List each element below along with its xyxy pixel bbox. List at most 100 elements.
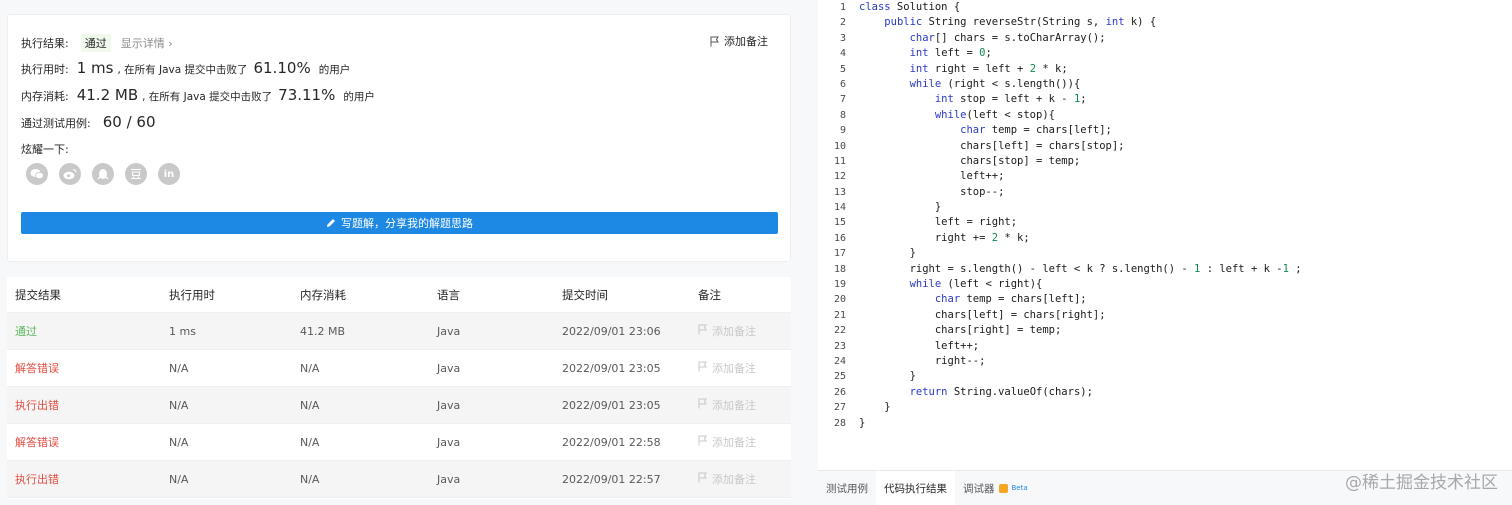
beta-badge: Beta [1011,484,1028,492]
line-number: 21 [833,309,846,321]
header-language: 语言 [437,287,460,302]
code-line: 27 } [818,400,1302,415]
cases-label: 通过测试用例: [21,117,91,130]
add-note-button[interactable]: 添加备注 [710,33,768,49]
code-text: char temp = chars[left]; [934,293,1087,306]
show-detail-link[interactable]: 显示详情 › [121,35,173,51]
panel-divider[interactable] [805,0,818,505]
time-label: 执行用时: [21,63,69,76]
code-line: 7 int stop = left + k - 1; [818,92,1302,107]
weibo-icon[interactable] [59,163,81,185]
code-text: right--; [859,354,986,367]
write-solution-button[interactable]: 写题解，分享我的解题思路 [21,212,778,234]
table-row[interactable]: 通过 1 ms 41.2 MB Java 2022/09/01 23:06 添加备注 [7,313,791,350]
share-icons: in [26,163,180,185]
table-row[interactable]: 执行出错 N/A N/A Java 2022/09/01 22:57 添加备注 [7,461,791,498]
row-submitted: 2022/09/01 22:57 [562,472,661,486]
row-result[interactable]: 通过 [7,323,169,339]
code-lines: 1 class Solution { 2 public String reverse… [818,0,1302,431]
code-text: } [859,370,916,383]
line-number: 10 [833,140,846,152]
flag-icon [698,324,708,338]
code-text: chars[stop] = temp; [859,154,1081,167]
row-submitted: 2022/09/01 23:05 [562,398,661,412]
flag-icon [710,36,719,46]
line-number: 5 [839,63,846,75]
code-text: int left = 0; [909,47,992,60]
row-submitted: 2022/09/01 23:05 [562,361,661,375]
row-add-note-button[interactable]: 添加备注 [698,434,788,450]
line-number: 23 [833,340,846,352]
flag-icon [698,472,708,486]
code-editor[interactable]: 1 class Solution { 2 public String reverse… [818,0,1512,470]
header-submitted: 提交时间 [562,287,608,302]
code-text: left++; [859,170,1005,183]
line-number: 12 [833,171,846,183]
show-detail-label: 显示详情 [120,37,165,50]
line-number: 19 [833,279,846,291]
code-line: 22 chars[right] = temp; [818,323,1302,338]
line-number: 26 [833,386,846,398]
line-number: 14 [833,202,846,214]
row-result[interactable]: 解答错误 [7,434,169,450]
code-line: 4 int left = 0; [818,46,1302,61]
table-row[interactable]: 执行出错 N/A N/A Java 2022/09/01 23:05 添加备注 [7,387,791,424]
app-root: 执行结果: 通过 显示详情 › 添加备注 执行用时: 1 ms , 在所有 Ja… [0,0,1512,505]
row-result[interactable]: 执行出错 [7,471,169,487]
row-submitted: 2022/09/01 23:06 [562,324,661,338]
code-text: } [859,401,891,414]
code-line: 24 right--; [818,354,1302,369]
memory-row: 内存消耗: 41.2 MB , 在所有 Java 提交中击败了 73.11% 的… [21,86,375,104]
code-line: 14 } [818,200,1302,215]
result-card: 执行结果: 通过 显示详情 › 添加备注 执行用时: 1 ms , 在所有 Ja… [7,14,791,262]
table-header: 提交结果 执行用时 内存消耗 语言 提交时间 备注 [7,277,791,313]
row-add-note-button[interactable]: 添加备注 [698,471,788,487]
watermark: @稀土掘金技术社区 [1345,473,1498,493]
table-row[interactable]: 解答错误 N/A N/A Java 2022/09/01 22:58 添加备注 [7,424,791,461]
code-line: 20 char temp = chars[left]; [818,292,1302,307]
exec-result-label: 执行结果: [21,37,69,50]
code-line: 5 int right = left + 2 * k; [818,62,1302,77]
time-pct: 61.10% [253,59,311,77]
row-time: N/A [169,472,189,486]
wechat-icon[interactable] [26,163,48,185]
row-add-note-button[interactable]: 添加备注 [698,323,788,339]
cases-value: 60 / 60 [102,113,156,131]
tab-debugger[interactable]: 调试器 Beta [955,471,1036,505]
line-number: 15 [833,217,846,229]
row-note-label: 添加备注 [712,362,756,375]
code-text: } [859,247,916,260]
line-number: 25 [833,371,846,383]
table-row[interactable]: 解答错误 N/A N/A Java 2022/09/01 23:05 添加备注 [7,350,791,387]
submissions-table: 提交结果 执行用时 内存消耗 语言 提交时间 备注 通过 1 ms 41.2 MB J… [7,277,791,499]
qq-icon[interactable] [92,163,114,185]
code-text: return String.valueOf(chars); [909,385,1093,398]
tab-run-result[interactable]: 代码执行结果 [876,470,955,505]
line-number: 4 [839,48,846,60]
code-text: int right = left + 2 * k; [909,62,1068,75]
header-memory: 内存消耗 [300,287,346,302]
line-number: 2 [839,17,846,29]
tab-debugger-label: 调试器 [963,482,995,495]
time-suffix: 的用户 [318,64,351,76]
row-add-note-button[interactable]: 添加备注 [698,360,788,376]
code-text: stop--; [859,185,1005,198]
row-result[interactable]: 执行出错 [7,397,169,413]
line-number: 13 [833,186,846,198]
pencil-icon [327,219,335,227]
time-row: 执行用时: 1 ms , 在所有 Java 提交中击败了 61.10% 的用户 [21,59,350,77]
code-line: 18 right = s.length() - left < k ? s.len… [818,262,1302,277]
row-language: Java [437,324,461,338]
code-line: 1 class Solution { [818,0,1302,15]
memory-text: , 在所有 Java 提交中击败了 [142,91,273,103]
code-text: right += 2 * k; [859,231,1030,244]
tab-testcase[interactable]: 测试用例 [818,471,876,505]
linkedin-icon[interactable]: in [158,163,180,185]
flag-icon [698,361,708,375]
code-text: class Solution { [859,1,961,13]
code-text: public String reverseStr(String s, int k… [884,16,1157,29]
row-add-note-button[interactable]: 添加备注 [698,397,788,413]
row-language: Java [437,435,461,449]
douban-icon[interactable] [125,163,147,185]
row-result[interactable]: 解答错误 [7,360,169,376]
